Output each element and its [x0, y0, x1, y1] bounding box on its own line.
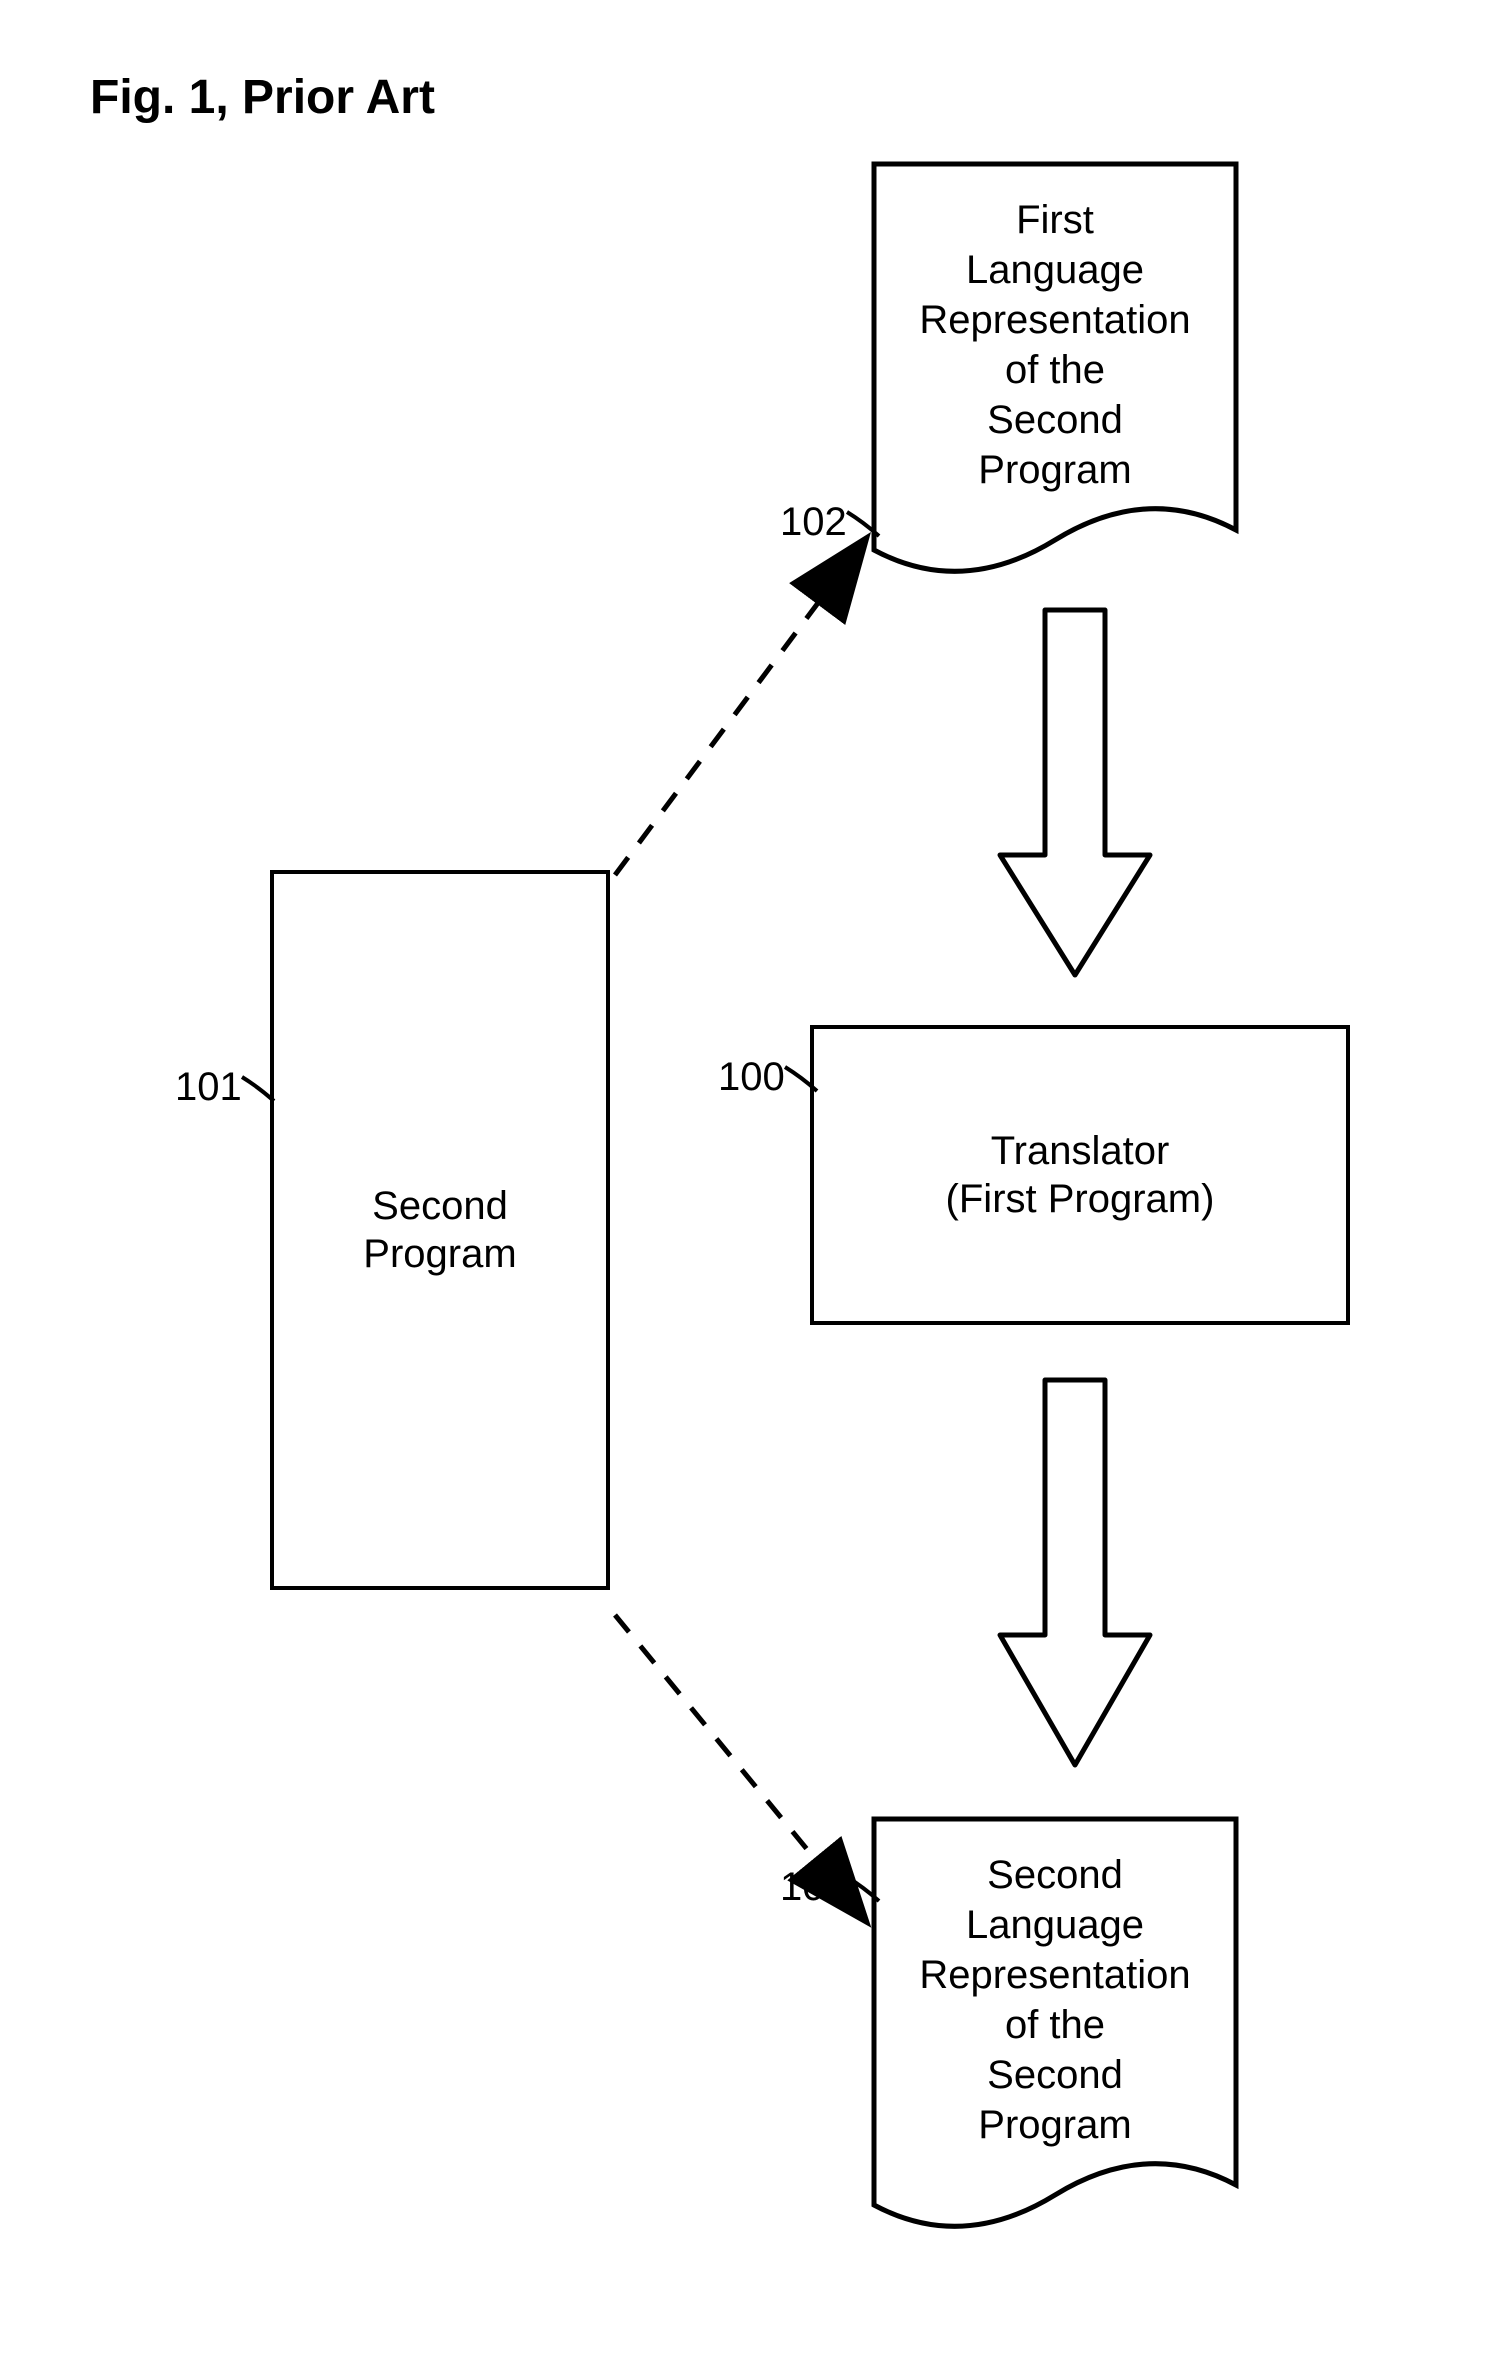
- second-program-label-line1: Second: [372, 1184, 508, 1228]
- first-lang-rep-l1: First: [1016, 198, 1094, 242]
- first-lang-rep-l5: Second: [987, 398, 1123, 442]
- second-lang-rep-l3: Representation: [919, 1953, 1190, 1997]
- block-arrow-102-to-100-icon: [990, 605, 1160, 985]
- dashed-arrow-101-to-102-icon: [605, 520, 905, 890]
- translator-label: Translator (First Program): [946, 1127, 1215, 1223]
- first-lang-rep-l4: of the: [1005, 348, 1105, 392]
- ref-100-tick-icon: [783, 1065, 823, 1095]
- second-program-box: Second Program: [270, 870, 610, 1590]
- second-lang-rep-l5: Second: [987, 2053, 1123, 2097]
- ref-101-tick-icon: [240, 1075, 280, 1105]
- figure-title: Fig. 1, Prior Art: [90, 70, 435, 125]
- second-program-label: Second Program: [363, 1182, 516, 1278]
- second-lang-rep-label: Second Language Representation of the Se…: [880, 1850, 1230, 2150]
- second-lang-rep-l2: Language: [966, 1903, 1144, 1947]
- diagram-page: Fig. 1, Prior Art Second Program 101 Fir…: [0, 0, 1496, 2378]
- ref-101: 101: [175, 1065, 242, 1110]
- first-lang-rep-l6: Program: [978, 448, 1131, 492]
- translator-box: Translator (First Program): [810, 1025, 1350, 1325]
- block-arrow-100-to-103-icon: [990, 1375, 1160, 1775]
- first-lang-rep-l2: Language: [966, 248, 1144, 292]
- dashed-arrow-101-to-103-icon: [605, 1600, 905, 1950]
- ref-100: 100: [718, 1055, 785, 1100]
- second-lang-rep-l4: of the: [1005, 2003, 1105, 2047]
- translator-label-line1: Translator: [991, 1129, 1170, 1173]
- first-lang-rep-label: First Language Representation of the Sec…: [880, 195, 1230, 495]
- second-lang-rep-l6: Program: [978, 2103, 1131, 2147]
- first-lang-rep-l3: Representation: [919, 298, 1190, 342]
- second-program-label-line2: Program: [363, 1232, 516, 1276]
- translator-label-line2: (First Program): [946, 1177, 1215, 1221]
- second-lang-rep-l1: Second: [987, 1853, 1123, 1897]
